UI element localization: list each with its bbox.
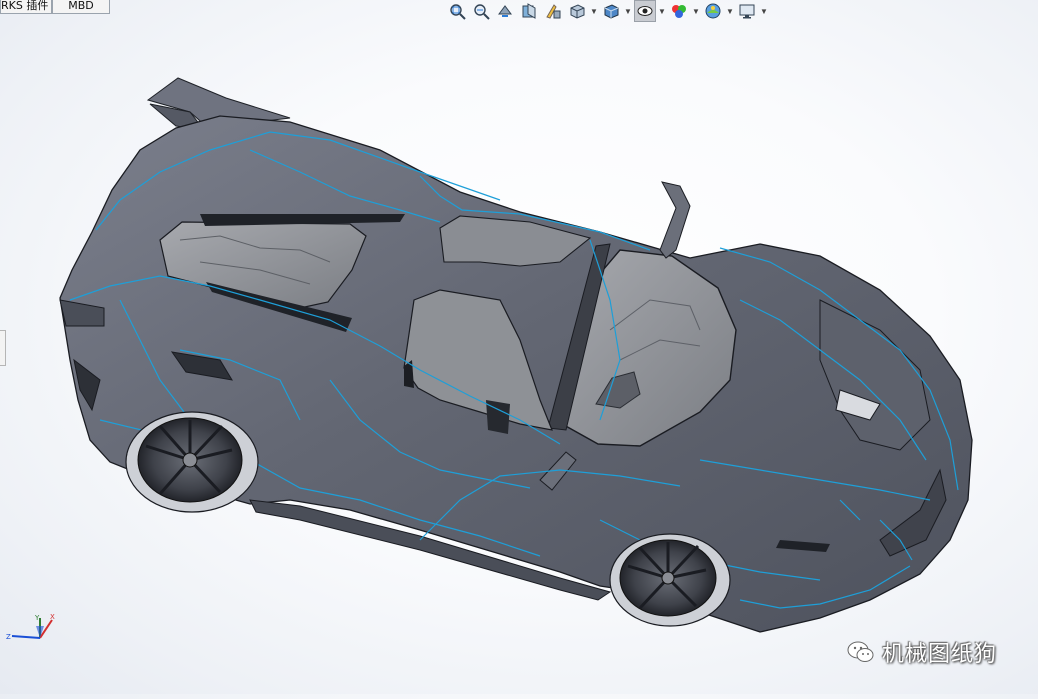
- triad-x-label: X: [50, 613, 55, 621]
- section-view-icon[interactable]: [518, 0, 540, 22]
- reference-triad: Y X Z: [6, 613, 55, 641]
- panel-flyout-handle[interactable]: [0, 330, 6, 366]
- chevron-down-icon[interactable]: ▼: [760, 0, 768, 22]
- triad-y-label: Y: [34, 614, 40, 622]
- chevron-down-icon[interactable]: ▼: [590, 0, 598, 22]
- command-manager-tabs: RKS 插件 MBD: [0, 0, 110, 14]
- tab-mbd[interactable]: MBD: [52, 0, 110, 14]
- chevron-down-icon[interactable]: ▼: [658, 0, 666, 22]
- heads-up-view-toolbar: ▼ ▼ ▼ ▼ ▼ ▼: [446, 0, 768, 22]
- chevron-down-icon[interactable]: ▼: [726, 0, 734, 22]
- graphics-area[interactable]: [0, 0, 1038, 694]
- watermark: 机械图纸狗: [846, 636, 997, 668]
- hide-show-items-icon[interactable]: [634, 0, 656, 22]
- apply-scene-icon[interactable]: [702, 0, 724, 22]
- zoom-to-area-icon[interactable]: [470, 0, 492, 22]
- car-model[interactable]: [0, 0, 1038, 694]
- edit-appearance-icon[interactable]: [668, 0, 690, 22]
- side-mirror: [659, 181, 691, 259]
- chevron-down-icon[interactable]: ▼: [624, 0, 632, 22]
- watermark-text: 机械图纸狗: [882, 642, 998, 667]
- chevron-down-icon[interactable]: ▼: [692, 0, 700, 22]
- previous-view-icon[interactable]: [494, 0, 516, 22]
- rear-wheel: [125, 411, 259, 513]
- triad-z-label: Z: [6, 633, 11, 641]
- zoom-to-fit-icon[interactable]: [446, 0, 468, 22]
- front-wheel: [609, 533, 731, 627]
- display-style-icon[interactable]: [600, 0, 622, 22]
- tab-solidworks-addins[interactable]: RKS 插件: [0, 0, 52, 14]
- view-orientation-icon[interactable]: [566, 0, 588, 22]
- view-settings-icon[interactable]: [736, 0, 758, 22]
- wechat-icon: [847, 641, 874, 662]
- dynamic-annotation-view-icon[interactable]: [542, 0, 564, 22]
